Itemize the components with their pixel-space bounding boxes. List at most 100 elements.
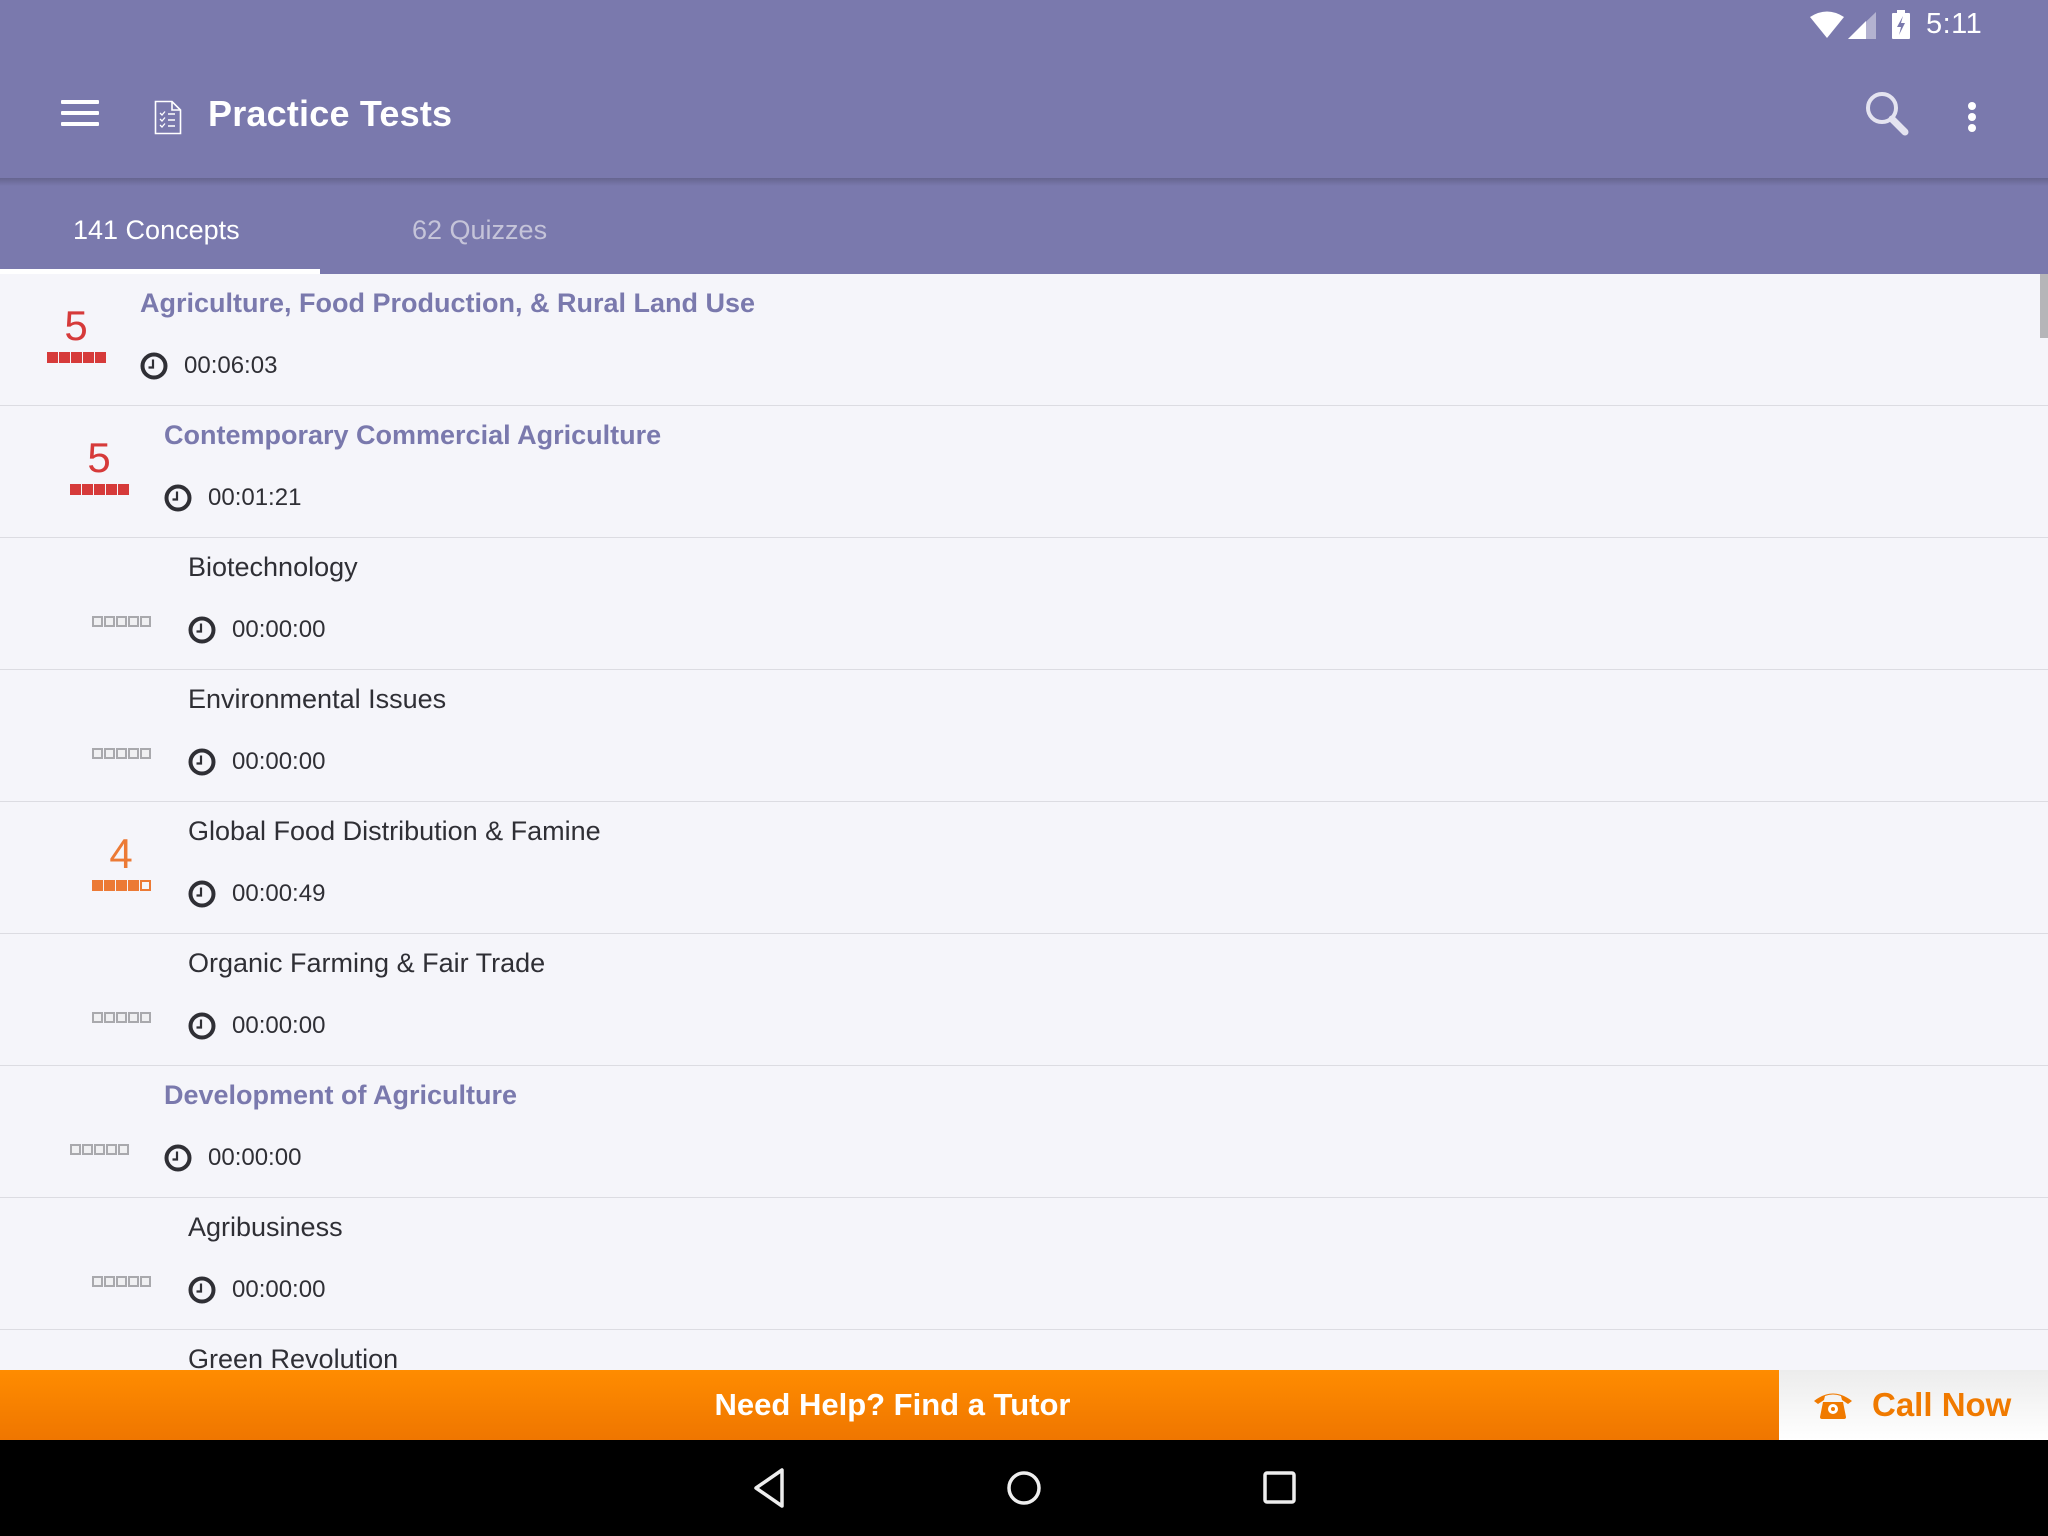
phone-icon xyxy=(1814,1393,1852,1419)
concept-row[interactable]: 5 Agriculture, Food Production, & Rural … xyxy=(0,274,2048,406)
rating-square-empty xyxy=(92,616,103,627)
rating-square-empty xyxy=(70,1144,81,1155)
concept-title: Green Revolution xyxy=(188,1344,399,1370)
rating-square-filled xyxy=(83,352,94,363)
rating-squares xyxy=(92,616,151,627)
search-button[interactable] xyxy=(1858,86,1918,142)
wifi-icon xyxy=(1810,11,1844,38)
concept-row[interactable]: 4 Global Food Distribution & Famine 00:0… xyxy=(0,802,2048,934)
rating-square-filled xyxy=(92,880,103,891)
time-spent: 00:00:00 xyxy=(188,1012,325,1040)
concept-row[interactable]: Development of Agriculture 00:00:00 xyxy=(0,1066,2048,1198)
home-icon xyxy=(1007,1471,1041,1505)
concept-row[interactable]: Agribusiness 00:00:00 xyxy=(0,1198,2048,1330)
rating-square-empty xyxy=(128,1276,139,1287)
menu-button[interactable] xyxy=(50,92,110,136)
rating-square-filled xyxy=(116,880,127,891)
time-text: 00:00:00 xyxy=(232,1012,326,1039)
concept-list: 5 Agriculture, Food Production, & Rural … xyxy=(0,274,2048,1370)
time-text: 00:01:21 xyxy=(208,484,302,511)
rating-square-filled xyxy=(71,352,82,363)
clock-icon xyxy=(164,484,192,512)
more-options-button[interactable] xyxy=(1952,92,1992,136)
mastery-rating: 5 xyxy=(43,274,109,405)
concept-row[interactable]: 5 Contemporary Commercial Agriculture 00… xyxy=(0,406,2048,538)
hamburger-line xyxy=(61,111,99,115)
rating-square-empty xyxy=(104,1276,115,1287)
concept-row[interactable]: Organic Farming & Fair Trade 00:00:00 xyxy=(0,934,2048,1066)
rating-square-empty xyxy=(118,1144,129,1155)
call-now-button[interactable]: Call Now xyxy=(1779,1370,2048,1440)
rating-squares xyxy=(92,1276,151,1287)
mastery-rating xyxy=(88,670,154,801)
rating-square-empty xyxy=(140,748,151,759)
find-tutor-label: Need Help? Find a Tutor xyxy=(714,1387,1071,1422)
back-icon xyxy=(754,1468,784,1508)
header-shadow xyxy=(0,178,2048,186)
time-text: 00:00:00 xyxy=(232,1276,326,1303)
mastery-rating: 5 xyxy=(66,406,132,537)
time-spent: 00:01:21 xyxy=(164,484,301,512)
rating-square-empty xyxy=(116,616,127,627)
search-icon xyxy=(1866,92,1909,136)
rating-square-filled xyxy=(94,484,105,495)
home-button[interactable] xyxy=(996,1460,1052,1516)
status-bar: 5:11 xyxy=(1788,0,2048,50)
time-text: 00:00:00 xyxy=(232,748,326,775)
clock-icon xyxy=(188,880,216,908)
rating-square-filled xyxy=(95,352,106,363)
call-now-label: Call Now xyxy=(1872,1386,2012,1423)
time-spent: 00:00:00 xyxy=(188,748,325,776)
clock-icon xyxy=(188,1276,216,1304)
concept-row[interactable]: Biotechnology 00:00:00 xyxy=(0,538,2048,670)
recents-button[interactable] xyxy=(1252,1460,1308,1516)
clock-icon xyxy=(140,352,168,380)
concept-row[interactable]: Green Revolution xyxy=(0,1330,2048,1370)
page-title: Practice Tests xyxy=(208,93,453,134)
time-spent: 00:00:49 xyxy=(188,880,325,908)
rating-square-empty xyxy=(116,1012,127,1023)
concept-title: Organic Farming & Fair Trade xyxy=(188,948,546,978)
rating-score: 4 xyxy=(109,830,133,877)
time-spent: 00:00:00 xyxy=(164,1144,301,1172)
time-text: 00:00:00 xyxy=(208,1144,302,1171)
rating-square-filled xyxy=(70,484,81,495)
rating-squares xyxy=(92,748,151,759)
mastery-rating xyxy=(88,934,154,1065)
status-time: 5:11 xyxy=(1926,8,1983,40)
rating-square-filled xyxy=(128,880,139,891)
find-tutor-button[interactable]: Need Help? Find a Tutor xyxy=(0,1370,1779,1440)
rating-square-empty xyxy=(92,748,103,759)
rating-score: 5 xyxy=(87,434,111,481)
tab-bar: 141 Concepts 62 Quizzes xyxy=(0,186,2048,274)
rating-square-filled xyxy=(59,352,70,363)
hamburger-menu-icon xyxy=(61,100,99,104)
battery-charging-icon xyxy=(1892,10,1910,39)
rating-squares xyxy=(92,1012,151,1023)
mastery-rating xyxy=(66,1066,132,1197)
clock-icon xyxy=(164,1144,192,1172)
rating-square-empty xyxy=(128,616,139,627)
rating-square-empty xyxy=(92,1276,103,1287)
rating-square-empty xyxy=(116,1276,127,1287)
concept-title: Agriculture, Food Production, & Rural La… xyxy=(140,288,756,318)
tab-quizzes[interactable]: 62 Quizzes xyxy=(320,186,640,274)
tab-concepts[interactable]: 141 Concepts xyxy=(0,186,320,274)
concept-title: Contemporary Commercial Agriculture xyxy=(164,420,662,450)
recents-icon xyxy=(1263,1471,1296,1504)
tab-concepts-label: 141 Concepts xyxy=(73,214,240,245)
rating-square-filled xyxy=(104,880,115,891)
concept-title: Environmental Issues xyxy=(188,684,447,714)
clock-icon xyxy=(188,1012,216,1040)
concept-row[interactable]: Environmental Issues 00:00:00 xyxy=(0,670,2048,802)
rating-square-empty xyxy=(140,1276,151,1287)
rating-square-filled xyxy=(82,484,93,495)
time-spent: 00:06:03 xyxy=(140,352,277,380)
mastery-rating: 4 xyxy=(88,802,154,933)
back-button[interactable] xyxy=(742,1460,798,1516)
scrollbar[interactable] xyxy=(2040,274,2048,338)
rating-square-empty xyxy=(104,748,115,759)
rating-square-filled xyxy=(118,484,129,495)
rating-square-empty xyxy=(128,748,139,759)
document-checklist-icon xyxy=(154,100,182,135)
